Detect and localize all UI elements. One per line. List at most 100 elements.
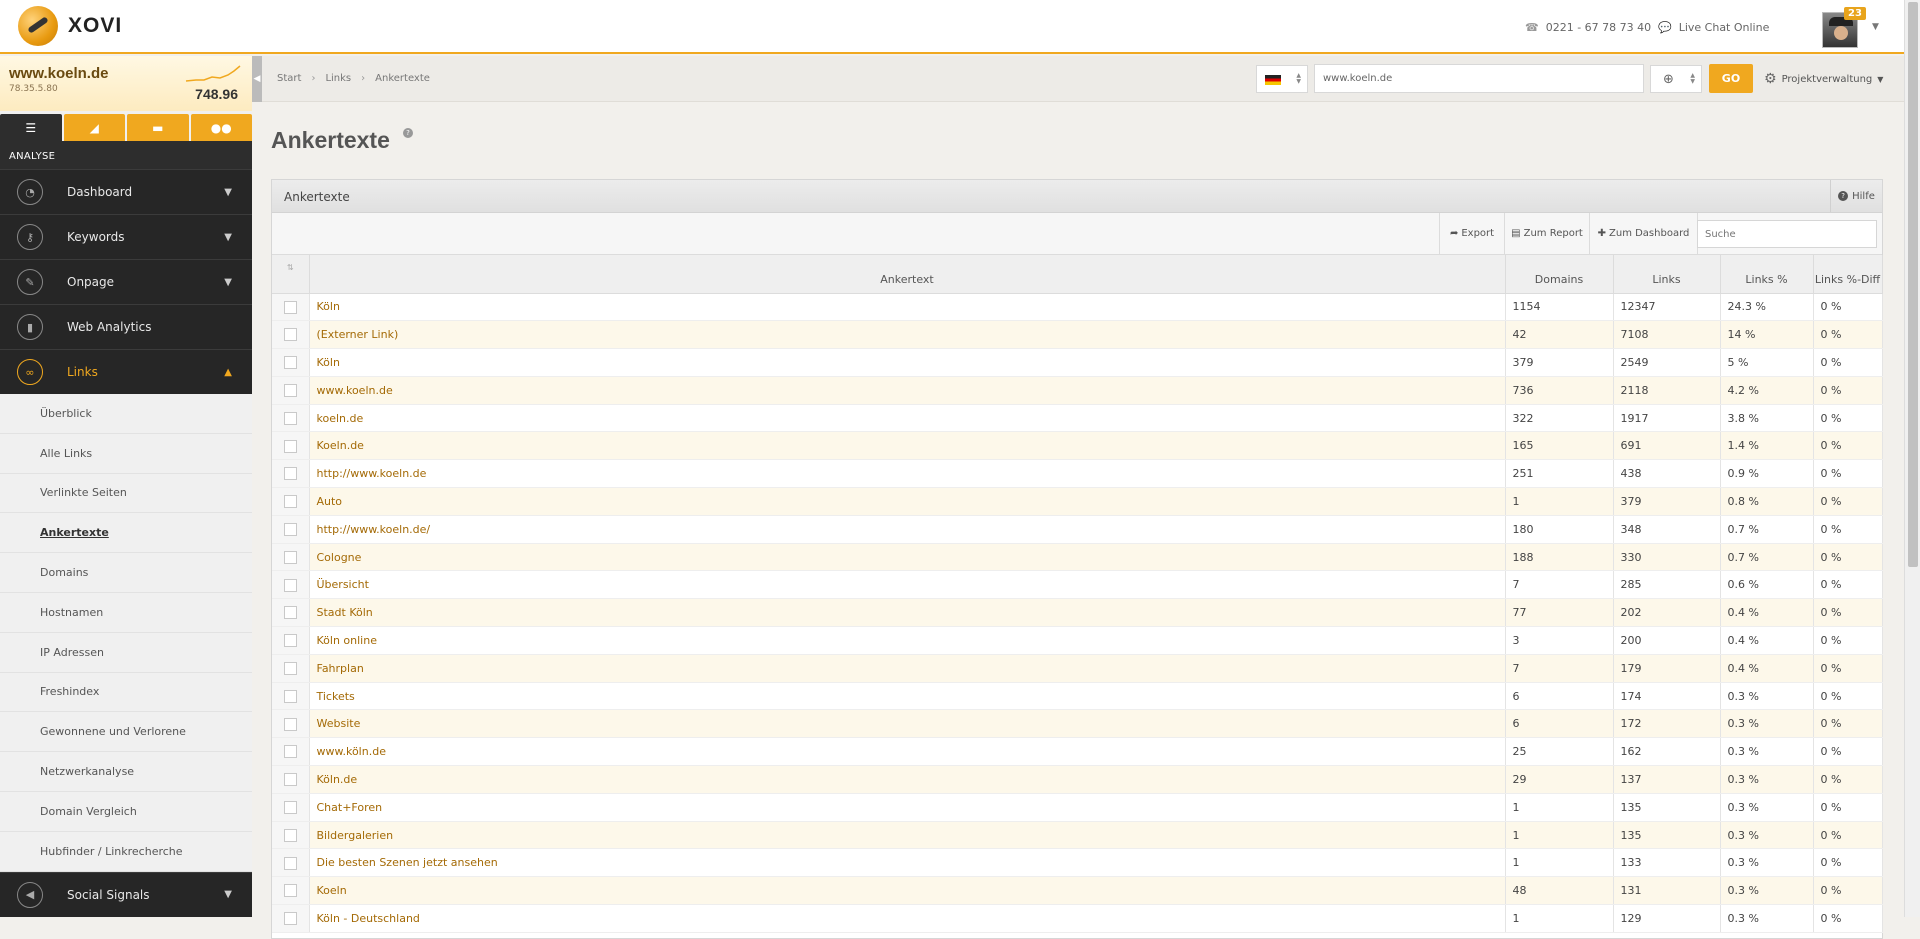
cell-domains: 3 <box>1505 626 1614 655</box>
country-select[interactable]: ▲ ▼ <box>1256 65 1308 93</box>
cell-links-percent: 0.3 % <box>1720 876 1814 906</box>
cell-ankertext[interactable]: Köln - Deutschland <box>309 904 1506 933</box>
cell-ankertext[interactable]: www.köln.de <box>309 737 1506 767</box>
cell-ankertext[interactable]: www.koeln.de <box>309 376 1506 405</box>
row-checkbox[interactable] <box>283 578 297 592</box>
scrollbar-thumb[interactable] <box>1908 2 1918 567</box>
cell-ankertext[interactable]: Übersicht <box>309 570 1506 600</box>
row-checkbox[interactable] <box>283 884 297 898</box>
row-checkbox[interactable] <box>283 467 297 481</box>
nav-social-signals[interactable]: ◀ Social Signals ▼ <box>0 871 252 917</box>
row-checkbox[interactable] <box>283 689 297 703</box>
row-checkbox[interactable] <box>283 384 297 398</box>
submenu-item-ueberblick[interactable]: Überblick <box>0 394 252 434</box>
xovi-logo[interactable]: XOVI <box>18 6 122 46</box>
tab-list[interactable]: ☰ <box>0 114 62 141</box>
submenu-item-netzwerkanalyse[interactable]: Netzwerkanalyse <box>0 752 252 792</box>
row-checkbox[interactable] <box>283 495 297 509</box>
submenu-item-hostnamen[interactable]: Hostnamen <box>0 593 252 633</box>
row-checkbox[interactable] <box>283 745 297 759</box>
page-title: Ankertexte <box>271 127 390 153</box>
row-checkbox[interactable] <box>283 634 297 648</box>
page-scrollbar[interactable] <box>1904 0 1920 917</box>
row-checkbox[interactable] <box>283 300 297 314</box>
nav-onpage[interactable]: ✎ Onpage ▼ <box>0 259 252 304</box>
breadcrumb-links[interactable]: Links <box>325 73 351 84</box>
submenu-item-alle-links[interactable]: Alle Links <box>0 434 252 474</box>
collapse-sidebar-button[interactable]: ◀ <box>252 56 262 102</box>
cell-ankertext[interactable]: (Externer Link) <box>309 320 1506 350</box>
select-all-column[interactable]: ⇅ <box>272 255 310 294</box>
row-checkbox[interactable] <box>283 439 297 453</box>
row-checkbox[interactable] <box>283 356 297 370</box>
project-management-menu[interactable]: ⚙ Projektverwaltung ▼ <box>1764 71 1883 87</box>
submenu-item-ip-adressen[interactable]: IP Adressen <box>0 633 252 673</box>
cell-ankertext[interactable]: Stadt Köln <box>309 598 1506 628</box>
submenu-item-freshindex[interactable]: Freshindex <box>0 673 252 713</box>
submenu-item-verlinkte-seiten[interactable]: Verlinkte Seiten <box>0 474 252 514</box>
help-icon[interactable]: ? <box>403 128 413 138</box>
row-checkbox[interactable] <box>283 606 297 620</box>
breadcrumb-start[interactable]: Start <box>277 73 301 84</box>
row-checkbox[interactable] <box>283 328 297 342</box>
row-checkbox[interactable] <box>283 550 297 564</box>
cell-ankertext[interactable]: Cologne <box>309 543 1506 572</box>
cell-ankertext[interactable]: http://www.koeln.de <box>309 459 1506 489</box>
live-chat-link[interactable]: 💬 Live Chat Online <box>1658 21 1769 34</box>
row-checkbox[interactable] <box>283 773 297 787</box>
cell-ankertext[interactable]: Fahrplan <box>309 654 1506 683</box>
submenu-item-gewonnene-verlorene[interactable]: Gewonnene und Verlorene <box>0 712 252 753</box>
column-header-domains[interactable]: Domains <box>1505 255 1614 294</box>
row-checkbox[interactable] <box>283 912 297 926</box>
nav-links[interactable]: ∞ Links ▲ <box>0 349 252 394</box>
cell-domains: 48 <box>1505 876 1614 906</box>
zum-report-button[interactable]: ▤ Zum Report <box>1504 213 1589 254</box>
row-checkbox[interactable] <box>283 828 297 842</box>
cell-ankertext[interactable]: Köln online <box>309 626 1506 655</box>
cell-ankertext[interactable]: Chat+Foren <box>309 793 1506 822</box>
site-summary[interactable]: www.koeln.de 78.35.5.80 748.96 <box>0 56 252 111</box>
tab-folder[interactable]: ▬ <box>127 114 189 141</box>
row-checkbox[interactable] <box>283 717 297 731</box>
table-search-input[interactable] <box>1697 220 1877 248</box>
column-header-links-percent[interactable]: Links % <box>1720 255 1814 294</box>
cell-ankertext[interactable]: Die besten Szenen jetzt ansehen <box>309 848 1506 878</box>
cell-links-percent-diff: 0 % <box>1813 765 1883 794</box>
submenu-item-ankertexte[interactable]: Ankertexte <box>0 513 252 554</box>
row-checkbox[interactable] <box>283 856 297 870</box>
cell-ankertext[interactable]: Auto <box>309 487 1506 516</box>
go-button[interactable]: GO <box>1709 64 1753 93</box>
row-checkbox[interactable] <box>283 523 297 537</box>
domain-input[interactable] <box>1314 64 1644 93</box>
cell-ankertext[interactable]: Köln.de <box>309 765 1506 794</box>
row-checkbox[interactable] <box>283 662 297 675</box>
zum-dashboard-button[interactable]: ✚ Zum Dashboard <box>1589 213 1698 254</box>
cell-ankertext[interactable]: Website <box>309 709 1506 739</box>
cell-ankertext[interactable]: Bildergalerien <box>309 821 1506 850</box>
column-header-ankertext[interactable]: Ankertext <box>309 255 1506 294</box>
chevron-down-icon[interactable]: ▼ <box>1872 22 1879 32</box>
notification-badge[interactable]: 23 <box>1844 7 1866 20</box>
submenu-item-hubfinder[interactable]: Hubfinder / Linkrecherche <box>0 832 252 872</box>
export-button[interactable]: ➦ Export <box>1439 213 1504 254</box>
tab-charts[interactable]: ◢ <box>63 114 125 141</box>
column-header-links[interactable]: Links <box>1613 255 1721 294</box>
tab-users[interactable]: ●● <box>190 114 252 141</box>
submenu-item-domain-vergleich[interactable]: Domain Vergleich <box>0 792 252 832</box>
cell-ankertext[interactable]: http://www.koeln.de/ <box>309 515 1506 544</box>
help-button[interactable]: ? Hilfe <box>1830 180 1882 212</box>
nav-dashboard[interactable]: ◔ Dashboard ▼ <box>0 169 252 214</box>
cell-ankertext[interactable]: Köln <box>309 348 1506 377</box>
nav-keywords[interactable]: ⚷ Keywords ▼ <box>0 214 252 259</box>
cell-ankertext[interactable]: Koeln.de <box>309 431 1506 461</box>
cell-ankertext[interactable]: Koeln <box>309 876 1506 906</box>
cell-ankertext[interactable]: Tickets <box>309 682 1506 711</box>
search-engine-select[interactable]: ⊕ ▲ ▼ <box>1650 65 1702 93</box>
row-checkbox[interactable] <box>283 411 297 425</box>
nav-web-analytics[interactable]: ▮ Web Analytics <box>0 304 252 349</box>
row-checkbox[interactable] <box>283 800 297 814</box>
cell-ankertext[interactable]: koeln.de <box>309 404 1506 433</box>
column-header-links-percent-diff[interactable]: Links %-Diff <box>1813 255 1883 294</box>
submenu-item-domains[interactable]: Domains <box>0 553 252 593</box>
cell-ankertext[interactable]: Köln <box>309 293 1506 322</box>
